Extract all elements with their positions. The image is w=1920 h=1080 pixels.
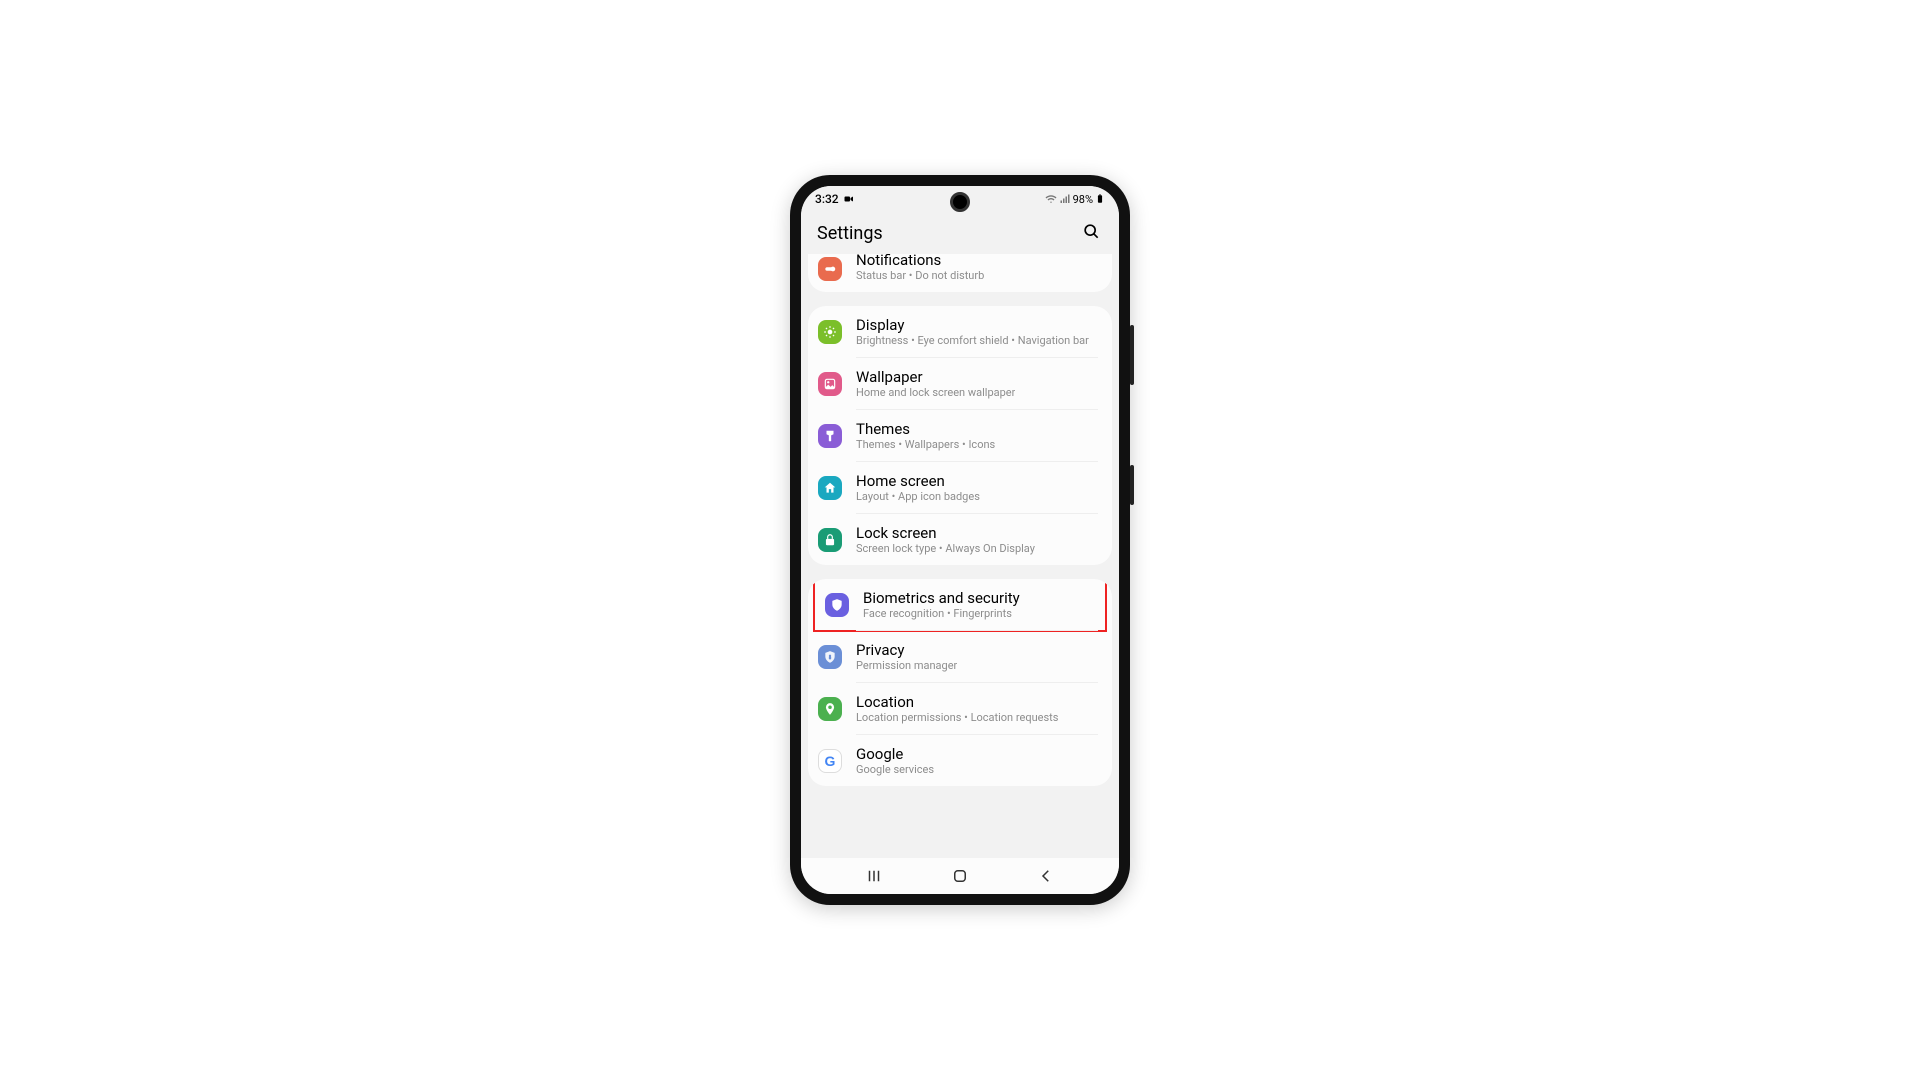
page-title: Settings: [817, 223, 883, 244]
navigation-bar: [801, 858, 1119, 894]
home-icon: [818, 476, 842, 500]
app-bar: Settings: [801, 212, 1119, 254]
settings-item-texts: Home screenLayout • App icon badges: [856, 472, 980, 503]
settings-item-title: Home screen: [856, 472, 980, 490]
settings-item-title: Display: [856, 316, 1089, 334]
settings-item-location[interactable]: LocationLocation permissions • Location …: [808, 683, 1112, 734]
settings-item-texts: DisplayBrightness • Eye comfort shield •…: [856, 316, 1089, 347]
settings-item-texts: WallpaperHome and lock screen wallpaper: [856, 368, 1015, 399]
settings-item-subtitle: Status bar • Do not disturb: [856, 269, 984, 282]
settings-item-title: Themes: [856, 420, 995, 438]
signal-icon: [1059, 193, 1071, 205]
video-record-icon: [843, 193, 855, 205]
camera-notch: [950, 192, 970, 212]
battery-text: 98%: [1073, 193, 1093, 206]
settings-item-subtitle: Screen lock type • Always On Display: [856, 542, 1035, 555]
display-icon: [818, 320, 842, 344]
settings-item-subtitle: Google services: [856, 763, 934, 776]
search-icon: [1081, 221, 1101, 245]
settings-item-title: Lock screen: [856, 524, 1035, 542]
settings-item-texts: LocationLocation permissions • Location …: [856, 693, 1058, 724]
home-button[interactable]: [950, 866, 970, 886]
settings-item-subtitle: Location permissions • Location requests: [856, 711, 1058, 724]
settings-item-texts: PrivacyPermission manager: [856, 641, 957, 672]
search-button[interactable]: [1079, 221, 1103, 245]
settings-group: DisplayBrightness • Eye comfort shield •…: [808, 306, 1112, 565]
settings-item-title: Google: [856, 745, 934, 763]
status-time: 3:32: [815, 192, 839, 206]
phone-frame: 3:32 98%: [790, 175, 1130, 905]
settings-item-bio[interactable]: Biometrics and securityFace recognition …: [815, 579, 1105, 630]
screen: 3:32 98%: [801, 186, 1119, 894]
settings-item-subtitle: Layout • App icon badges: [856, 490, 980, 503]
settings-item-privacy[interactable]: PrivacyPermission manager: [808, 631, 1112, 682]
settings-item-title: Privacy: [856, 641, 957, 659]
settings-group: Biometrics and securityFace recognition …: [808, 579, 1112, 786]
settings-item-subtitle: Face recognition • Fingerprints: [863, 607, 1020, 620]
wall-icon: [818, 372, 842, 396]
settings-item-title: Location: [856, 693, 1058, 711]
location-icon: [818, 697, 842, 721]
settings-item-google[interactable]: G GoogleGoogle services: [808, 735, 1112, 786]
settings-item-texts: GoogleGoogle services: [856, 745, 934, 776]
settings-item-lock[interactable]: Lock screenScreen lock type • Always On …: [808, 514, 1112, 565]
google-icon: G: [818, 749, 842, 773]
wifi-icon: [1045, 193, 1057, 205]
settings-item-title: Biometrics and security: [863, 589, 1020, 607]
battery-icon: [1095, 192, 1105, 206]
settings-item-title: Wallpaper: [856, 368, 1015, 386]
back-button[interactable]: [1036, 866, 1056, 886]
settings-list[interactable]: NotificationsStatus bar • Do not disturb…: [801, 254, 1119, 858]
stage: 3:32 98%: [0, 0, 1920, 1080]
settings-item-subtitle: Permission manager: [856, 659, 957, 672]
settings-item-display[interactable]: DisplayBrightness • Eye comfort shield •…: [808, 306, 1112, 357]
bio-icon: [825, 593, 849, 617]
settings-item-title: Notifications: [856, 254, 984, 269]
settings-item-subtitle: Brightness • Eye comfort shield • Naviga…: [856, 334, 1089, 347]
settings-item-themes[interactable]: ThemesThemes • Wallpapers • Icons: [808, 410, 1112, 461]
settings-item-texts: Biometrics and securityFace recognition …: [863, 589, 1020, 620]
recents-button[interactable]: [864, 866, 884, 886]
themes-icon: [818, 424, 842, 448]
settings-item-texts: ThemesThemes • Wallpapers • Icons: [856, 420, 995, 451]
settings-group: NotificationsStatus bar • Do not disturb: [808, 254, 1112, 292]
settings-item-subtitle: Themes • Wallpapers • Icons: [856, 438, 995, 451]
settings-item-texts: Lock screenScreen lock type • Always On …: [856, 524, 1035, 555]
highlight-box: Biometrics and securityFace recognition …: [813, 579, 1107, 632]
privacy-icon: [818, 645, 842, 669]
lock-icon: [818, 528, 842, 552]
side-button-power: [1130, 465, 1134, 505]
settings-item-notif[interactable]: NotificationsStatus bar • Do not disturb: [808, 254, 1112, 292]
side-button-volume: [1130, 325, 1134, 385]
settings-item-home[interactable]: Home screenLayout • App icon badges: [808, 462, 1112, 513]
settings-item-texts: NotificationsStatus bar • Do not disturb: [856, 255, 984, 282]
settings-item-subtitle: Home and lock screen wallpaper: [856, 386, 1015, 399]
notif-icon: [818, 257, 842, 281]
settings-item-wall[interactable]: WallpaperHome and lock screen wallpaper: [808, 358, 1112, 409]
